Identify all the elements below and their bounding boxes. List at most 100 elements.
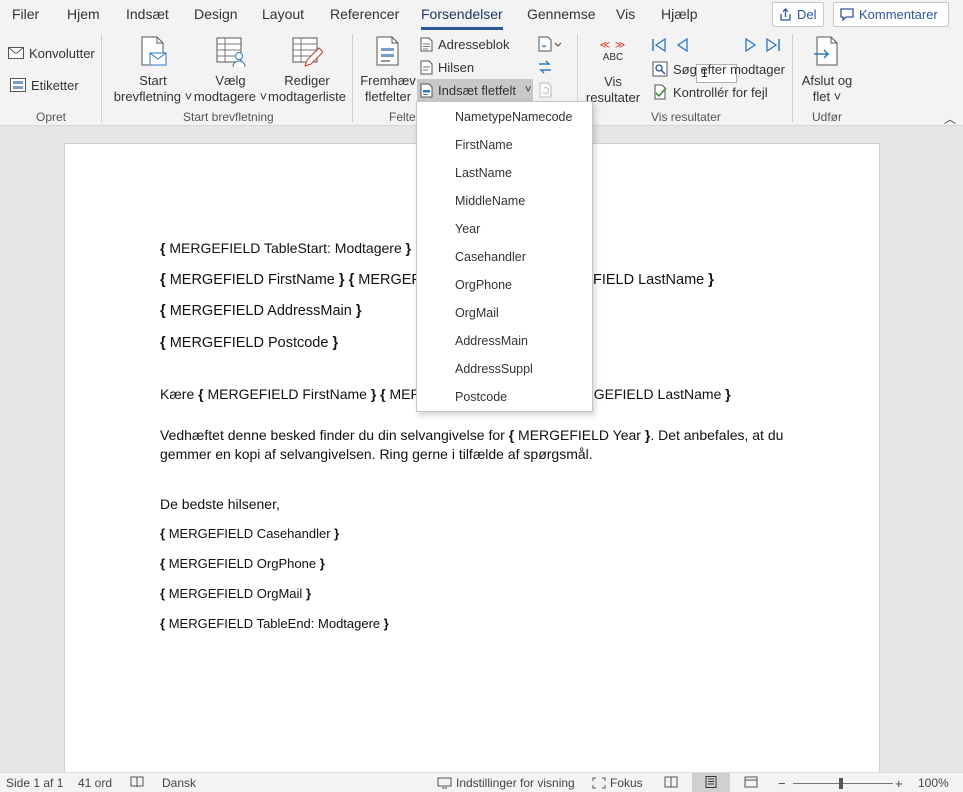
- status-bar: Side 1 af 1 41 ord Dansk Indstillinger f…: [0, 772, 963, 792]
- share-icon: [780, 8, 791, 21]
- highlight-merge-fields-line1: Fremhæv: [360, 73, 416, 88]
- dropdown-item-casehandler[interactable]: Casehandler: [417, 243, 592, 271]
- select-recipients-button[interactable]: Vælg modtagere ˅: [193, 36, 268, 105]
- address-block-icon: [420, 37, 433, 51]
- document-mail-icon: [141, 36, 167, 66]
- dropdown-item-addresssuppl[interactable]: AddressSuppl: [417, 355, 592, 383]
- tab-mailings[interactable]: Forsendelser: [421, 6, 503, 30]
- first-record-icon[interactable]: [651, 37, 667, 53]
- address-block-label: Adresseblok: [438, 36, 510, 52]
- finish-merge-button[interactable]: Afslut og flet ˅: [798, 36, 856, 105]
- update-labels-button[interactable]: [537, 80, 553, 100]
- collapse-ribbon-icon[interactable]: ︿: [944, 110, 956, 127]
- address-block-button[interactable]: Adresseblok: [420, 34, 510, 54]
- body-paragraph: Vedhæftet denne besked finder du din sel…: [160, 427, 784, 462]
- insert-field-icon: [420, 83, 433, 97]
- zoom-out-icon[interactable]: −: [778, 776, 786, 791]
- focus-button[interactable]: Fokus: [592, 776, 643, 790]
- update-labels-icon: [539, 82, 552, 98]
- abc-preview-icon: ≪ ≫ ABC: [599, 40, 627, 64]
- tab-file[interactable]: Filer: [12, 6, 39, 22]
- dropdown-item-middlename[interactable]: MiddleName: [417, 187, 592, 215]
- greeting-icon: [420, 60, 433, 74]
- labels-button[interactable]: Etiketter: [10, 75, 79, 95]
- tab-home[interactable]: Hjem: [67, 6, 100, 22]
- dropdown-item-orgphone[interactable]: OrgPhone: [417, 271, 592, 299]
- preview-results-button[interactable]: ≪ ≫ ABC Vis resultater: [584, 36, 642, 106]
- table-start-field: { MERGEFIELD TableStart: Modtagere }: [160, 240, 412, 256]
- tab-review[interactable]: Gennemse: [527, 6, 595, 22]
- focus-label: Fokus: [610, 776, 643, 790]
- org-mail-field: { MERGEFIELD OrgMail }: [160, 586, 312, 601]
- insert-merge-field-label: Indsæt fletfelt: [438, 82, 517, 98]
- next-record-icon[interactable]: [743, 37, 759, 53]
- share-button[interactable]: Del: [772, 2, 824, 27]
- web-layout-icon[interactable]: [744, 776, 758, 788]
- tab-design[interactable]: Design: [194, 6, 238, 22]
- tab-insert[interactable]: Indsæt: [126, 6, 169, 22]
- zoom-in-icon[interactable]: +: [895, 776, 903, 791]
- dropdown-item-postcode[interactable]: Postcode: [417, 383, 592, 411]
- group-label-create: Opret: [36, 110, 67, 124]
- start-mail-merge-button[interactable]: Start brevfletning ˅: [113, 36, 193, 105]
- comments-label: Kommentarer: [859, 7, 938, 22]
- rules-icon: [538, 36, 561, 52]
- address-main-field: { MERGEFIELD AddressMain }: [160, 303, 362, 319]
- word-count[interactable]: 41 ord: [78, 776, 112, 790]
- display-settings-icon: [437, 777, 452, 789]
- display-settings-button[interactable]: Indstillinger for visning: [437, 776, 575, 790]
- share-label: Del: [797, 7, 817, 22]
- dropdown-item-nametypenamecode[interactable]: NametypeNamecode: [417, 103, 592, 131]
- read-mode-icon[interactable]: [664, 776, 678, 788]
- dropdown-item-addressmain[interactable]: AddressMain: [417, 327, 592, 355]
- insert-merge-field-button[interactable]: Indsæt fletfelt ˅: [417, 79, 533, 101]
- finish-merge-icon: [814, 36, 838, 66]
- group-separator: [101, 34, 102, 122]
- dropdown-item-orgmail[interactable]: OrgMail: [417, 299, 592, 327]
- edit-recipient-list-button[interactable]: Rediger modtagerliste: [268, 36, 346, 105]
- finish-merge-line2: flet ˅: [812, 89, 842, 104]
- preview-results-line1: Vis: [604, 74, 622, 89]
- print-layout-icon[interactable]: [704, 776, 718, 788]
- start-mail-merge-line2: brevfletning ˅: [113, 89, 193, 104]
- tab-references[interactable]: Referencer: [330, 6, 399, 22]
- select-recipients-line1: Vælg: [215, 73, 246, 88]
- last-record-icon[interactable]: [765, 37, 781, 53]
- start-mail-merge-line1: Start: [139, 73, 167, 88]
- rules-button[interactable]: [537, 34, 561, 54]
- group-label-finish: Udfør: [812, 110, 842, 124]
- tab-help[interactable]: Hjælp: [661, 6, 698, 22]
- find-recipient-button[interactable]: Søg efter modtager: [652, 59, 785, 79]
- highlight-merge-fields-button[interactable]: Fremhæv fletfelter: [360, 36, 416, 105]
- greeting-line-button[interactable]: Hilsen: [420, 57, 474, 77]
- label-icon: [10, 78, 26, 92]
- group-label-start-merge: Start brevfletning: [183, 110, 274, 124]
- check-for-errors-button[interactable]: Kontrollér for fejl: [652, 82, 768, 102]
- greeting-line-label: Hilsen: [438, 59, 475, 75]
- recipients-icon: [216, 37, 245, 68]
- tab-view[interactable]: Vis: [616, 6, 635, 22]
- abc-text: ABC: [602, 52, 624, 63]
- check-for-errors-label: Kontrollér for fejl: [673, 84, 768, 100]
- envelopes-button[interactable]: Konvolutter: [8, 43, 95, 63]
- zoom-level[interactable]: 100%: [918, 776, 949, 790]
- proofing-icon[interactable]: [130, 776, 144, 788]
- highlight-merge-fields-line2: fletfelter: [364, 89, 412, 104]
- edit-recipient-list-line1: Rediger: [284, 73, 330, 88]
- group-label-preview: Vis resultater: [651, 110, 721, 124]
- match-fields-button[interactable]: [537, 57, 553, 77]
- page-count[interactable]: Side 1 af 1: [6, 776, 63, 790]
- previous-record-icon[interactable]: [674, 37, 690, 53]
- comments-button[interactable]: Kommentarer: [833, 2, 949, 27]
- dropdown-item-year[interactable]: Year: [417, 215, 592, 243]
- edit-recipient-list-line2: modtagerliste: [267, 89, 347, 104]
- zoom-slider-thumb[interactable]: [839, 778, 843, 789]
- dropdown-item-lastname[interactable]: LastName: [417, 159, 592, 187]
- envelope-icon: [8, 47, 24, 59]
- language-indicator[interactable]: Dansk: [162, 776, 196, 790]
- tab-layout[interactable]: Layout: [262, 6, 304, 22]
- preview-results-line2: resultater: [585, 90, 641, 105]
- dropdown-item-firstname[interactable]: FirstName: [417, 131, 592, 159]
- zoom-slider[interactable]: [793, 783, 893, 784]
- envelopes-label: Konvolutter: [29, 45, 95, 61]
